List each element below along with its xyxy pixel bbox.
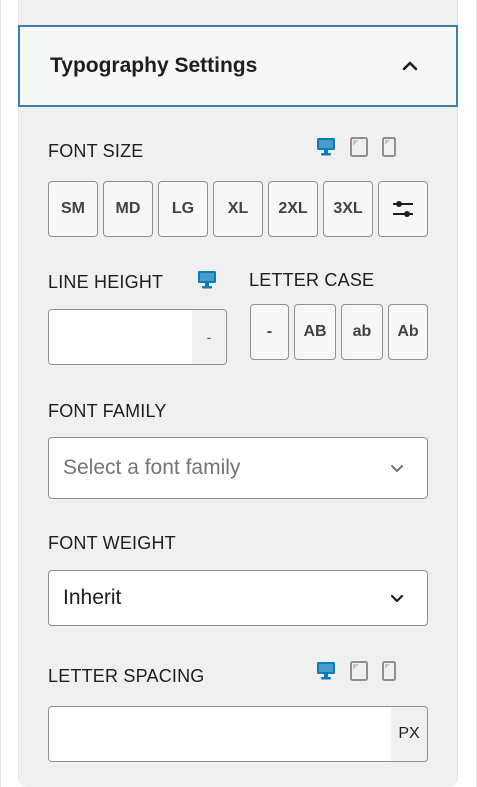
- font-size-label: FONT SIZE: [48, 141, 144, 161]
- chevron-up-icon[interactable]: [401, 57, 419, 75]
- line-height-unit: -: [192, 310, 226, 364]
- letter-case-capitalize-button[interactable]: Ab: [388, 304, 428, 360]
- letter-spacing-device-switcher: [316, 661, 396, 681]
- font-size-md-button[interactable]: MD: [103, 181, 153, 237]
- mobile-icon[interactable]: [382, 137, 396, 157]
- tablet-icon[interactable]: [350, 137, 368, 157]
- letter-case-lowercase-button[interactable]: ab: [341, 304, 383, 360]
- desktop-icon[interactable]: [197, 270, 217, 290]
- chevron-down-icon: [391, 465, 403, 472]
- desktop-icon[interactable]: [316, 137, 336, 157]
- font-size-sm-button[interactable]: SM: [48, 181, 98, 237]
- line-height-input[interactable]: -: [48, 309, 227, 365]
- font-family-placeholder: Select a font family: [63, 456, 241, 479]
- line-height-label: LINE HEIGHT: [48, 272, 164, 292]
- font-family-label: FONT FAMILY: [48, 401, 167, 421]
- sliders-icon: [393, 201, 413, 217]
- typography-settings-header[interactable]: Typography Settings: [18, 25, 458, 107]
- desktop-icon[interactable]: [316, 661, 336, 681]
- font-weight-value: Inherit: [63, 586, 122, 609]
- font-family-select[interactable]: Select a font family: [48, 437, 428, 499]
- mobile-icon[interactable]: [382, 661, 396, 681]
- letter-case-label: LETTER CASE: [249, 270, 375, 290]
- font-size-lg-button[interactable]: LG: [158, 181, 208, 237]
- tablet-icon[interactable]: [350, 661, 368, 681]
- letter-case-none-button[interactable]: -: [250, 304, 289, 360]
- font-size-3xl-button[interactable]: 3XL: [323, 181, 373, 237]
- font-weight-select[interactable]: Inherit: [48, 570, 428, 626]
- letter-spacing-value[interactable]: [49, 707, 391, 761]
- letter-spacing-label: LETTER SPACING: [48, 666, 205, 686]
- line-height-value[interactable]: [49, 310, 192, 364]
- font-size-2xl-button[interactable]: 2XL: [268, 181, 318, 237]
- custom-font-size-button[interactable]: [378, 181, 428, 237]
- font-size-device-switcher: [316, 137, 396, 157]
- font-weight-label: FONT WEIGHT: [48, 533, 176, 553]
- letter-spacing-unit: PX: [391, 707, 427, 761]
- font-size-xl-button[interactable]: XL: [213, 181, 263, 237]
- letter-case-uppercase-button[interactable]: AB: [294, 304, 336, 360]
- chevron-down-icon: [390, 594, 404, 603]
- letter-spacing-input[interactable]: PX: [48, 706, 428, 762]
- page-edge: [0, 0, 1, 787]
- panel-title: Typography Settings: [50, 54, 258, 77]
